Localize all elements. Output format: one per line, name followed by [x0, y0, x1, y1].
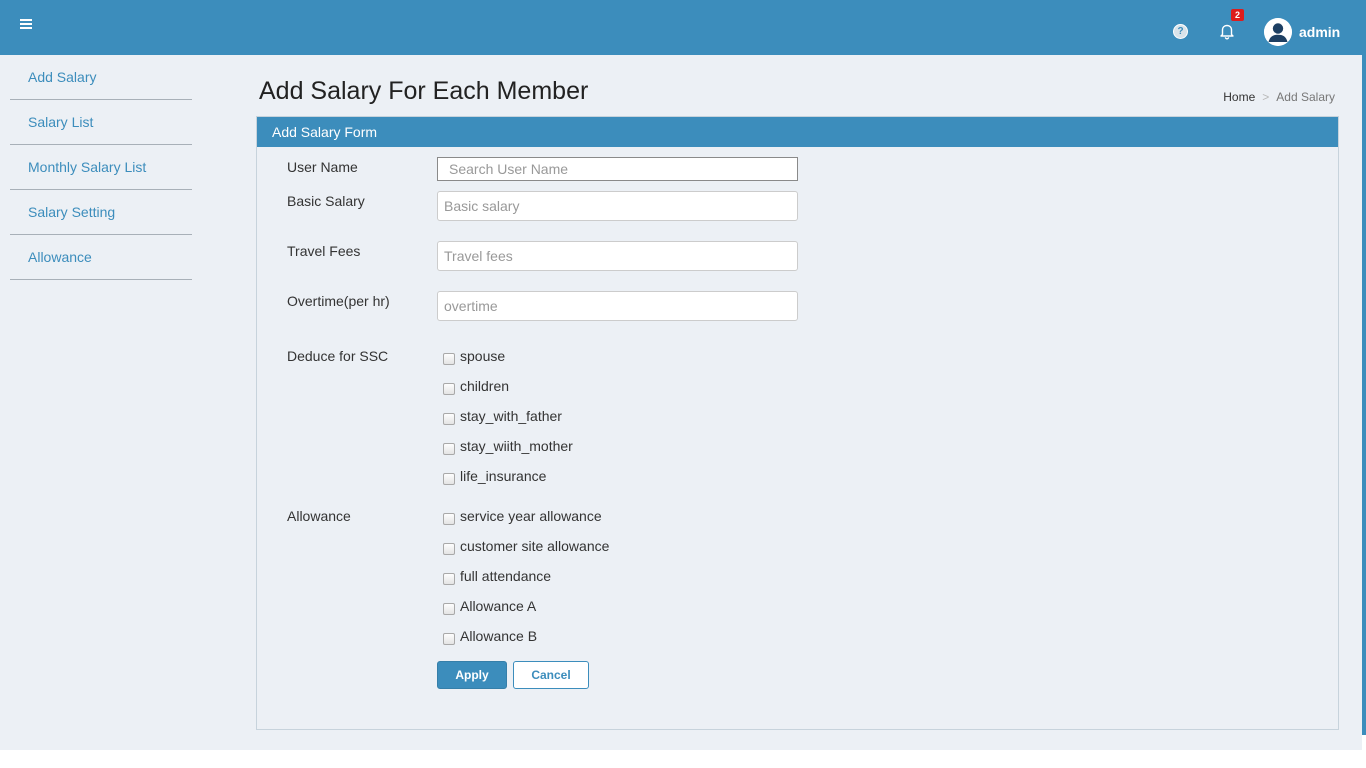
bell-icon[interactable] [1218, 22, 1236, 40]
checkbox-label: stay_with_father [460, 408, 562, 424]
stay-with-mother-checkbox[interactable] [443, 442, 455, 455]
sidebar-item-allowance[interactable]: Allowance [10, 235, 192, 280]
sidebar-item-salary-setting[interactable]: Salary Setting [10, 190, 192, 235]
sidebar: Add Salary Salary List Monthly Salary Li… [10, 55, 192, 280]
help-icon[interactable]: ? [1173, 24, 1188, 39]
breadcrumb: Home > Add Salary [1223, 90, 1335, 104]
deduce-option-children: children [443, 376, 509, 396]
sidebar-item-monthly-salary-list[interactable]: Monthly Salary List [10, 145, 192, 190]
deduce-ssc-label: Deduce for SSC [287, 348, 389, 364]
deduce-option-life-insurance: life_insurance [443, 466, 546, 486]
page-title: Add Salary For Each Member [259, 77, 589, 105]
cancel-button[interactable]: Cancel [513, 661, 589, 689]
allowance-b-checkbox[interactable] [443, 632, 455, 645]
overtime-label: Overtime(per hr) [287, 293, 390, 309]
top-navbar: ? 2 admin [0, 0, 1366, 55]
sidebar-item-add-salary[interactable]: Add Salary [10, 55, 192, 100]
checkbox-label: Allowance A [460, 598, 537, 614]
checkbox-label: full attendance [460, 568, 552, 584]
checkbox-label: life_insurance [460, 468, 547, 484]
allowance-option-b: Allowance B [443, 626, 537, 646]
allowance-option-service-year: service year allowance [443, 506, 602, 526]
allowance-label: Allowance [287, 508, 351, 524]
checkbox-label: Allowance B [460, 628, 538, 644]
checkbox-label: children [460, 378, 510, 394]
checkbox-label: stay_wiith_mother [460, 438, 573, 454]
deduce-option-stay-with-father: stay_with_father [443, 406, 562, 426]
spouse-checkbox[interactable] [443, 352, 455, 365]
form-header: Add Salary Form [257, 117, 1338, 147]
allowance-option-a: Allowance A [443, 596, 536, 616]
user-name-search-input[interactable] [437, 157, 798, 181]
scrollbar-strip [1362, 55, 1366, 735]
user-name-label: User Name [287, 159, 358, 175]
user-menu[interactable]: admin [1264, 18, 1340, 46]
sidebar-item-salary-list[interactable]: Salary List [10, 100, 192, 145]
allowance-a-checkbox[interactable] [443, 602, 455, 615]
user-name: admin [1299, 24, 1341, 40]
avatar [1264, 18, 1292, 46]
checkbox-label: customer site allowance [460, 538, 610, 554]
breadcrumb-separator: > [1262, 90, 1270, 104]
customer-site-allowance-checkbox[interactable] [443, 542, 455, 555]
basic-salary-label: Basic Salary [287, 193, 365, 209]
breadcrumb-current: Add Salary [1276, 90, 1335, 104]
travel-fees-label: Travel Fees [287, 243, 361, 259]
breadcrumb-home[interactable]: Home [1223, 90, 1255, 104]
deduce-option-spouse: spouse [443, 346, 505, 366]
hamburger-menu-icon[interactable] [19, 16, 35, 36]
travel-fees-input[interactable] [437, 241, 798, 271]
checkbox-label: spouse [460, 348, 506, 364]
deduce-option-stay-with-mother: stay_wiith_mother [443, 436, 573, 456]
allowance-option-customer-site: customer site allowance [443, 536, 609, 556]
service-year-allowance-checkbox[interactable] [443, 512, 455, 525]
overtime-input[interactable] [437, 291, 798, 321]
allowance-option-full-attendance: full attendance [443, 566, 551, 586]
notification-badge: 2 [1231, 9, 1244, 21]
life-insurance-checkbox[interactable] [443, 472, 455, 485]
checkbox-label: service year allowance [460, 508, 602, 524]
basic-salary-input[interactable] [437, 191, 798, 221]
apply-button[interactable]: Apply [437, 661, 507, 689]
children-checkbox[interactable] [443, 382, 455, 395]
full-attendance-checkbox[interactable] [443, 572, 455, 585]
stay-with-father-checkbox[interactable] [443, 412, 455, 425]
